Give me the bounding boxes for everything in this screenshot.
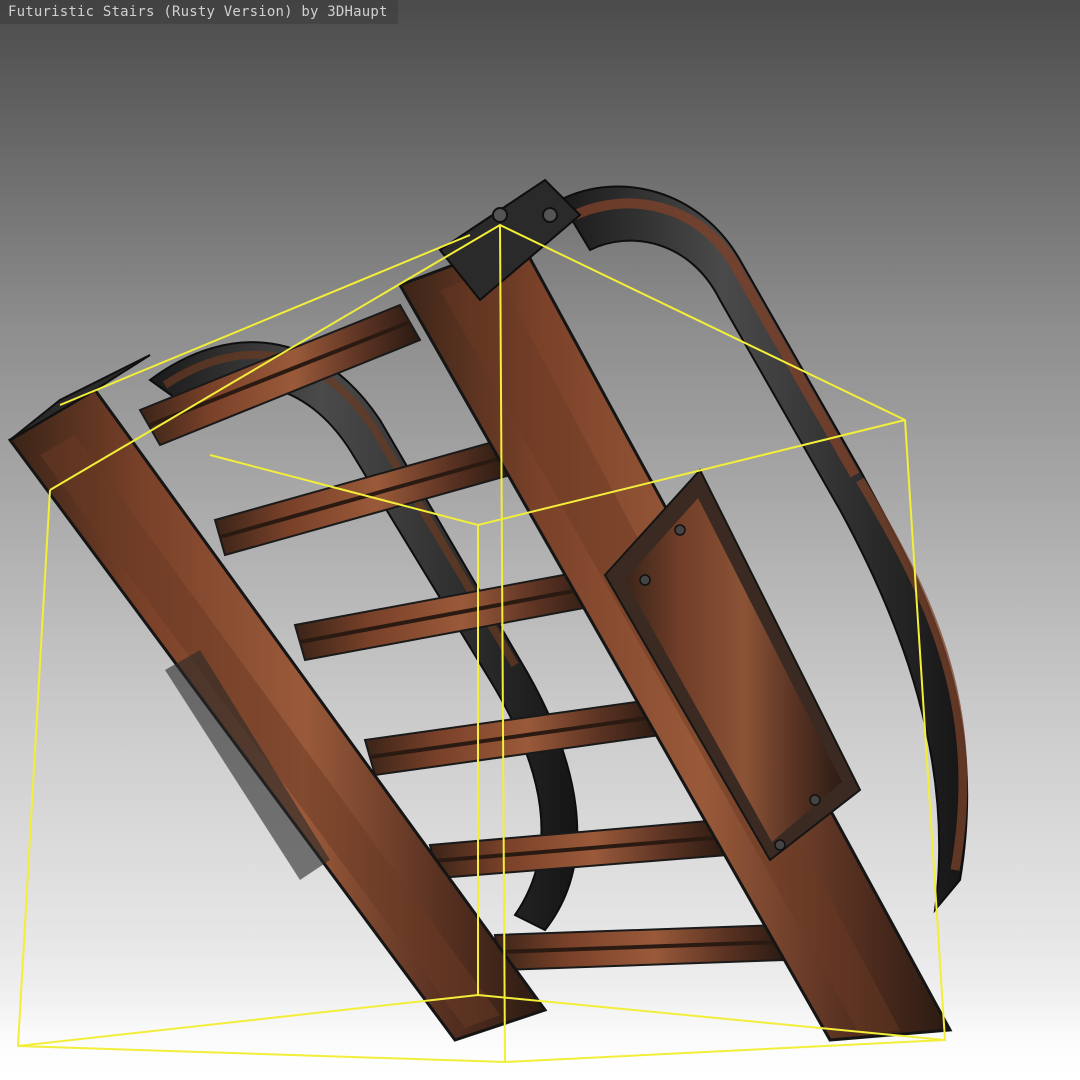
3d-viewport[interactable]: Futuristic Stairs (Rusty Version) by 3DH…: [0, 0, 1080, 1080]
step: [428, 818, 730, 880]
stairs-render: [0, 178, 1080, 1080]
step: [493, 923, 787, 972]
